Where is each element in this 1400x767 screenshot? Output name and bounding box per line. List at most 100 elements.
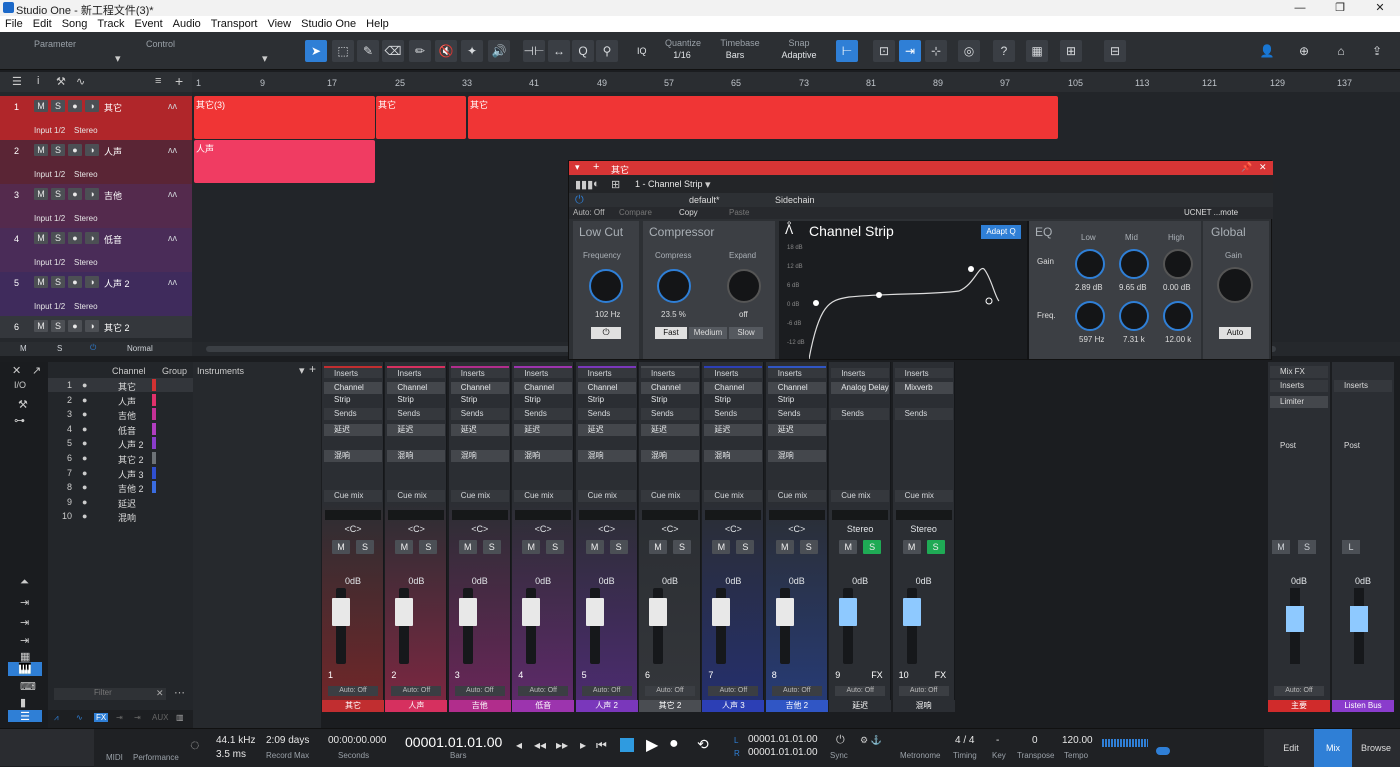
channel-label[interactable]: 低音 [512,700,575,712]
quantize-tool-icon[interactable]: ⚲ [596,40,618,62]
bank-icon[interactable]: ▥ [176,713,184,722]
pan-slider[interactable] [768,510,825,520]
channel-list-item[interactable]: 5 ● 人声 2 [48,436,193,450]
channel-list-item[interactable]: 8 ● 吉他 2 [48,480,193,494]
instrument-icon[interactable]: 🎹 [8,662,42,676]
global-mute[interactable]: M [20,344,27,353]
auto-off[interactable]: Auto: Off [1274,686,1324,696]
close-icon[interactable]: ✕ [12,364,21,377]
channel-list-item[interactable]: 2 ● 人声 [48,393,193,407]
send-slot[interactable]: 混响 [450,450,509,462]
adapt-q-button[interactable]: Adapt Q [981,225,1021,239]
add-track-icon[interactable]: + [175,73,183,89]
record-icon[interactable]: ● [68,100,82,112]
solo-button[interactable]: S [926,540,945,554]
pin-icon[interactable]: 📌 [1241,162,1252,173]
send-slot[interactable]: 混响 [704,450,763,462]
menu-track[interactable]: Track [92,16,129,32]
auto-off[interactable]: Auto: Off [898,686,949,696]
auto-gain-button[interactable]: Auto [1219,327,1251,339]
insert-slot[interactable]: Mixverb [894,382,953,394]
loop-l-value[interactable]: 00001.01.01.00 [748,734,818,745]
mute-button[interactable]: M [775,540,794,554]
cursor-follows-icon[interactable]: ⊹ [925,40,947,62]
auto-off[interactable]: Auto: Off [518,686,569,696]
track-mode[interactable]: Stereo [74,258,98,267]
solo-button[interactable]: S [609,540,628,554]
low-freq-knob[interactable] [1075,301,1105,331]
skip-start-icon[interactable]: ⏮ [596,738,607,753]
send-slot[interactable]: 混响 [767,450,826,462]
fader-cap[interactable] [902,598,921,626]
solo-button[interactable]: S [799,540,818,554]
solo-button[interactable]: S [51,100,65,112]
inserts-header[interactable]: Inserts [641,366,699,378]
send-slot[interactable]: 混响 [641,450,699,462]
close-icon[interactable]: ✕ [1259,162,1267,173]
chevron-down-icon[interactable]: ▾ [262,52,268,65]
paint-tool-icon[interactable]: ✏ [409,40,431,62]
pan-slider[interactable] [388,510,445,520]
snap-value[interactable]: Adaptive [779,50,819,60]
seconds-value[interactable]: 00:00:00.000 [328,735,386,746]
volume-fader[interactable] [458,588,477,664]
frequency-knob[interactable] [589,269,623,303]
solo-button[interactable]: S [673,540,691,554]
eraser-tool-icon[interactable]: ⌫ [382,40,404,62]
copy-button[interactable]: Copy [679,208,698,217]
pan-slider[interactable] [325,510,381,520]
collapse-icon[interactable]: ⏶ [20,576,29,589]
mute-button[interactable]: M [522,540,541,554]
track-input[interactable]: Input 1/2 [34,126,65,135]
sends-header[interactable]: Sends [450,408,509,420]
close-icon[interactable]: ✕ [1360,0,1400,16]
bars-icon[interactable]: ▮▮▮ [575,178,593,191]
audio-clip[interactable]: 其它(3) [194,96,375,139]
add-icon[interactable]: + [593,161,599,173]
menu-song[interactable]: Song [57,16,93,32]
track-name[interactable]: 其它 [104,101,122,114]
listen-tool-icon[interactable]: 🔊 [488,40,510,62]
channel-list-item[interactable]: 3 ● 吉他 [48,407,193,421]
plugin-titlebar[interactable]: ▾ + 其它 📌 ✕ [569,161,1273,175]
volume-fader[interactable] [395,588,414,664]
split-at-cursor-icon[interactable]: ⊣⊢ [523,40,545,62]
filter-input[interactable]: Filter [54,688,166,700]
channel-label[interactable]: 吉他 2 [765,700,828,712]
mixfx-label[interactable]: Mix FX [1270,366,1328,378]
view-mode[interactable]: Normal [127,344,153,353]
solo-button[interactable]: S [51,188,65,200]
inserts-header[interactable]: Inserts [450,366,509,378]
mute-tool-icon[interactable]: 🔇 [435,40,457,62]
volume-fader[interactable] [775,588,794,664]
more-icon[interactable]: ⋯ [174,686,185,699]
inserts-header[interactable]: Inserts [387,366,446,378]
forward-icon[interactable]: ▸▸ [556,738,568,752]
timeline-ruler[interactable]: 1 9 17 25 33 41 49 57 65 73 81 89 97 105… [192,72,1400,92]
channel-label[interactable]: 混响 [892,700,955,712]
split-tool-icon[interactable]: ✎ [357,40,379,62]
mute-button[interactable]: M [1272,540,1290,554]
loop-icon[interactable]: ⟲ [697,736,709,753]
compress-knob[interactable] [657,269,691,303]
channel-list-item[interactable]: 10 ● 混响 [48,509,193,523]
range-tool-icon[interactable]: ⬚ [332,40,354,62]
solo-button[interactable]: S [51,320,65,332]
preset-slot[interactable]: 1 - Channel Strip [635,179,703,189]
minimize-icon[interactable]: — [1280,0,1320,16]
listen-l-button[interactable]: L [1342,540,1360,554]
aux-filter-label[interactable]: AUX [152,713,168,722]
fast-button[interactable]: Fast [655,327,687,339]
bars-icon[interactable]: ▮ [20,696,26,709]
monitor-icon[interactable]: ◑ [85,276,99,288]
pan-value[interactable]: <C> [322,524,384,534]
send-slot[interactable]: 混响 [324,450,382,462]
auto-off[interactable]: Auto: Off [391,686,442,696]
keyboard-icon[interactable]: ⌨ [20,680,36,693]
sends-header[interactable]: Sends [767,408,826,420]
audio-clip[interactable]: 其它 [468,96,1058,139]
track-mode[interactable]: Stereo [74,170,98,179]
input-icon[interactable]: ⇥ [20,616,29,629]
monitor-icon[interactable]: ◑ [85,320,99,332]
snap-toggle-icon[interactable]: ⊢ [836,40,858,62]
